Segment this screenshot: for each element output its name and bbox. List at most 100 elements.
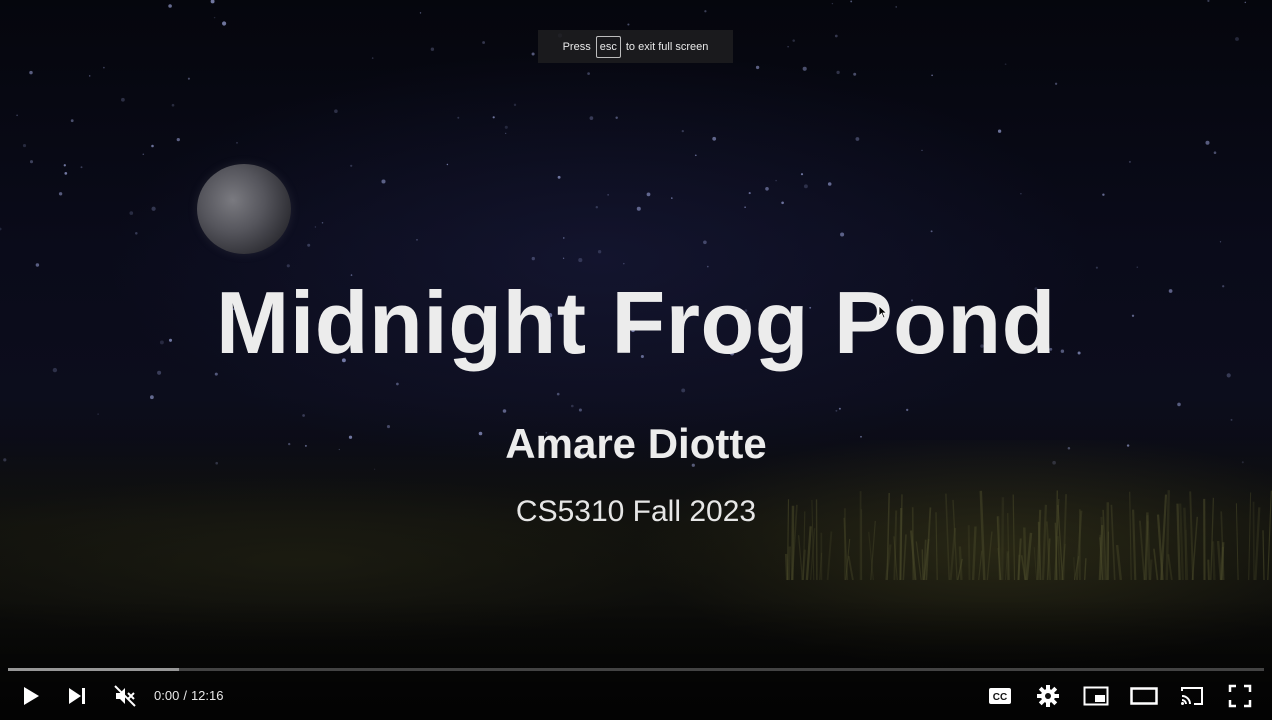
reed: [1211, 541, 1216, 580]
star: [171, 103, 175, 107]
star: [58, 192, 63, 196]
theater-mode-button[interactable]: [1124, 676, 1164, 716]
time-separator: /: [183, 688, 187, 703]
star: [838, 407, 841, 410]
next-button[interactable]: [57, 676, 97, 716]
star: [446, 163, 449, 166]
reed: [1033, 547, 1038, 580]
star: [636, 206, 641, 211]
star: [997, 129, 1002, 133]
reed: [1115, 544, 1123, 580]
star: [556, 392, 560, 396]
star: [1128, 160, 1131, 163]
star: [371, 57, 374, 59]
star: [802, 66, 807, 71]
captions-button[interactable]: CC: [980, 676, 1020, 716]
star: [597, 250, 602, 254]
reed: [805, 526, 812, 580]
star: [744, 206, 746, 209]
star: [64, 172, 68, 175]
star: [712, 136, 717, 141]
theater-mode-icon: [1130, 687, 1158, 705]
star: [562, 257, 565, 259]
reed: [1262, 530, 1265, 580]
star: [646, 192, 651, 197]
star: [151, 206, 156, 211]
star: [831, 2, 834, 5]
cast-icon: [1181, 687, 1203, 705]
star: [168, 4, 172, 8]
reed: [971, 526, 977, 580]
slide-author: Amare Diotte: [505, 420, 767, 467]
reed: [1017, 538, 1022, 580]
star: [430, 47, 435, 51]
star: [748, 192, 751, 195]
star: [578, 408, 582, 412]
star: [703, 240, 707, 245]
star: [88, 75, 91, 77]
star: [80, 166, 83, 169]
video-player[interactable]: Midnight Frog Pond Amare Diotte CS5310 F…: [0, 0, 1272, 720]
star: [350, 164, 353, 167]
star: [236, 142, 238, 144]
star: [1219, 241, 1222, 243]
star: [29, 160, 34, 164]
star: [35, 263, 40, 267]
esc-key-badge: esc: [595, 35, 621, 58]
star: [70, 119, 74, 123]
star: [781, 201, 784, 205]
reed: [902, 534, 907, 580]
fullscreen-notice: Press esc to exit full screen: [538, 30, 733, 63]
star: [222, 21, 227, 26]
mute-button[interactable]: [105, 676, 145, 716]
miniplayer-button[interactable]: [1076, 676, 1116, 716]
fullscreen-notice-suffix: to exit full screen: [625, 40, 709, 53]
star: [505, 132, 507, 134]
star: [921, 149, 923, 152]
star: [513, 103, 517, 107]
star: [504, 125, 508, 129]
progress-bar[interactable]: [8, 668, 1264, 671]
star: [1095, 266, 1098, 269]
star: [930, 230, 933, 233]
reed: [1023, 527, 1027, 580]
star: [803, 184, 808, 189]
reed: [986, 531, 993, 580]
star: [213, 16, 216, 19]
star: [835, 409, 838, 412]
cast-button[interactable]: [1172, 676, 1212, 716]
settings-gear-icon: [1037, 685, 1059, 707]
star: [557, 175, 561, 179]
play-button[interactable]: [11, 676, 51, 716]
star: [834, 34, 838, 38]
reed: [921, 549, 924, 580]
star: [1102, 193, 1105, 196]
star: [840, 232, 845, 237]
slide-title: Midnight Frog Pond: [216, 273, 1056, 372]
reed: [1139, 520, 1146, 580]
current-time: 0:00: [154, 688, 180, 703]
star: [121, 97, 125, 102]
star: [906, 408, 909, 412]
next-icon: [69, 688, 85, 704]
star: [895, 6, 898, 8]
slide-course: CS5310 Fall 2023: [515, 495, 757, 528]
star: [800, 173, 804, 176]
fullscreen-button[interactable]: [1220, 676, 1260, 716]
reed: [1216, 540, 1223, 580]
star: [615, 116, 618, 120]
star: [563, 237, 565, 239]
reed: [847, 555, 854, 580]
star: [419, 12, 422, 14]
star: [16, 114, 18, 117]
moon: [197, 164, 291, 254]
mouse-cursor-icon: [878, 305, 888, 319]
star: [1054, 82, 1058, 85]
settings-button[interactable]: [1028, 676, 1068, 716]
star: [492, 116, 495, 119]
star: [1213, 151, 1217, 154]
star: [151, 144, 154, 148]
star: [671, 197, 673, 199]
star: [836, 70, 840, 75]
star: [334, 109, 338, 113]
